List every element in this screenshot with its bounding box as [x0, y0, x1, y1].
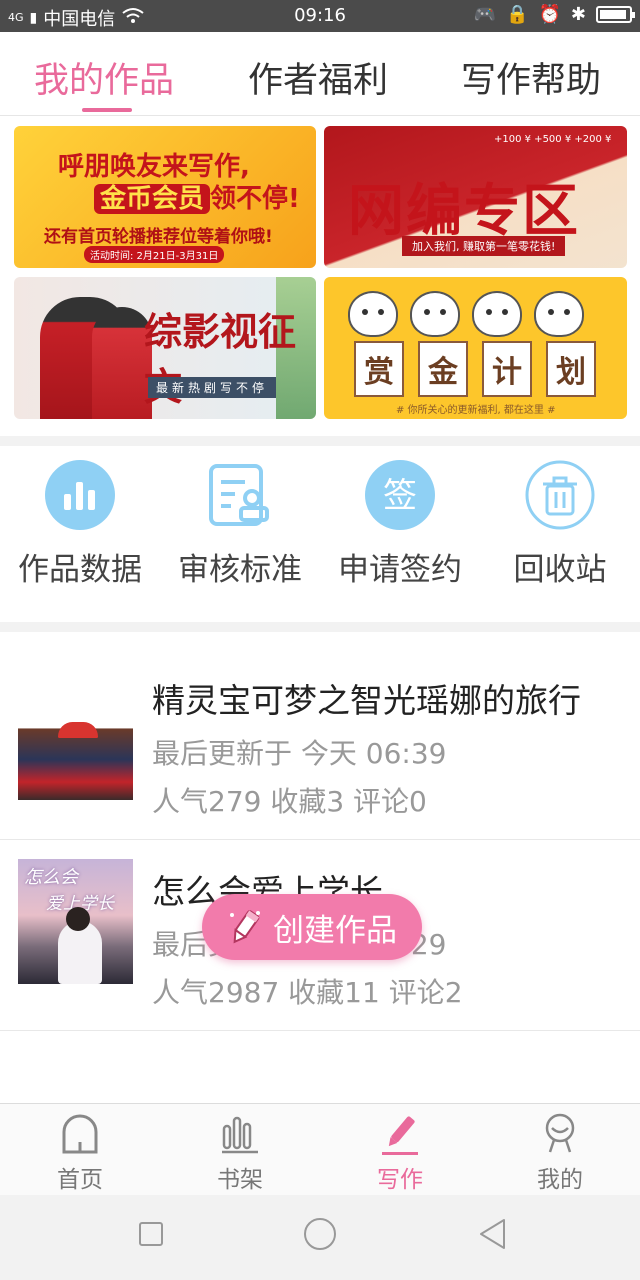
banner-figure — [92, 307, 152, 419]
tab-my-works[interactable]: 我的作品 — [34, 52, 174, 103]
banner-char: 计 — [482, 341, 532, 397]
action-apply-contract[interactable]: 签 申请签约 — [320, 460, 480, 589]
create-work-button[interactable]: 创建作品 — [202, 894, 422, 960]
nav-bookshelf[interactable]: 书架 — [160, 1112, 320, 1194]
tab-writing-help[interactable]: 写作帮助 — [461, 52, 601, 103]
bottom-navigation: 首页 书架 写作 我的 — [0, 1103, 640, 1195]
work-updated: 最后更新于 今天 06:39 — [152, 737, 447, 770]
bluetooth-icon: ✱ — [570, 4, 586, 25]
tab-author-benefits[interactable]: 作者福利 — [248, 52, 388, 103]
cat-illustrations — [348, 291, 584, 337]
nav-label: 写作 — [377, 1167, 423, 1193]
banner-title: 赏 金 计 划 — [354, 341, 596, 397]
banner-date: 活动时间: 2月21日-3月31日 — [84, 246, 225, 263]
create-work-label: 创建作品 — [273, 912, 397, 949]
banner-coins: +100 ¥ +500 ¥ +200 ¥ — [494, 134, 612, 145]
review-doc-icon — [205, 460, 275, 530]
nav-write[interactable]: 写作 — [320, 1112, 480, 1194]
action-recycle-bin[interactable]: 回收站 — [480, 460, 640, 589]
cover-figure — [66, 907, 90, 931]
back-button[interactable] — [478, 1217, 508, 1255]
banner-invite-friends[interactable]: 呼朋唤友来写作, 金币会员 领不停! 还有首页轮播推荐位等着你哦! 活动时间: 2… — [14, 126, 316, 268]
battery-icon — [596, 6, 635, 23]
banner-text: 还有首页轮播推荐位等着你哦! — [44, 227, 273, 247]
cat-icon — [410, 291, 460, 337]
pen-icon — [380, 1112, 420, 1156]
action-label: 申请签约 — [338, 552, 462, 588]
work-cover — [18, 710, 133, 800]
action-work-data[interactable]: 作品数据 — [0, 460, 160, 589]
banner-editor-zone[interactable]: +100 ¥ +500 ¥ +200 ¥ 网编专区 加入我们, 赚取第一笔零花钱… — [324, 126, 627, 268]
banner-subtitle: 最新热剧写不停 — [148, 377, 277, 398]
system-navigation-bar — [0, 1195, 640, 1280]
banner-text: 金币会员 领不停! — [94, 178, 300, 215]
banner-badge: 金币会员 — [94, 184, 211, 214]
banner-char: 赏 — [354, 341, 404, 397]
alarm-icon: ⏰ — [538, 4, 561, 25]
banner-char: 金 — [418, 341, 468, 397]
work-item[interactable]: 精灵宝可梦之智光瑶娜的旅行 最后更新于 今天 06:39 人气279 收藏3 评… — [0, 650, 640, 840]
section-divider — [0, 622, 640, 632]
lock-rotation-icon: 🔒 — [506, 4, 529, 25]
battery-level — [600, 10, 627, 19]
nav-home[interactable]: 首页 — [0, 1112, 160, 1194]
action-review-standards[interactable]: 审核标准 — [160, 460, 320, 589]
banner-text: 领不停! — [210, 184, 300, 214]
nav-label: 书架 — [217, 1167, 263, 1193]
action-label: 作品数据 — [18, 552, 142, 588]
banner-subtitle: 加入我们, 赚取第一笔零花钱! — [402, 236, 566, 256]
action-label: 审核标准 — [178, 552, 302, 588]
cat-icon — [348, 291, 398, 337]
status-bar: 4G ▮ 中国电信 09:16 🎮 🔒 ⏰ ✱ — [0, 0, 640, 32]
trash-icon — [525, 460, 595, 530]
sign-glyph: 签 — [383, 476, 417, 516]
banner-drama-contest[interactable]: 综影视征文 最新热剧写不停 — [14, 277, 316, 419]
status-right: 🎮 🔒 ⏰ ✱ — [473, 4, 635, 25]
pencil-icon — [227, 907, 263, 947]
nav-label: 首页 — [57, 1167, 103, 1193]
section-divider — [0, 436, 640, 446]
banner-title: 网编专区 — [348, 179, 580, 244]
work-title: 精灵宝可梦之智光瑶娜的旅行 — [152, 681, 581, 720]
bookshelf-icon — [220, 1112, 260, 1156]
top-tabs: 我的作品 作者福利 写作帮助 — [0, 32, 640, 116]
profile-icon — [540, 1112, 580, 1156]
work-stats: 人气279 收藏3 评论0 — [152, 785, 427, 818]
work-stats: 人气2987 收藏11 评论2 — [152, 976, 463, 1009]
banner-subtitle: # 你所关心的更新福利, 都在这里 # — [396, 405, 556, 416]
cat-icon — [534, 291, 584, 337]
action-label: 回收站 — [513, 552, 607, 588]
nav-profile[interactable]: 我的 — [480, 1112, 640, 1194]
active-tab-indicator — [82, 108, 132, 112]
chart-icon — [45, 460, 115, 530]
nav-label: 我的 — [537, 1167, 583, 1193]
gamepad-icon: 🎮 — [473, 4, 497, 25]
home-icon — [60, 1112, 100, 1156]
banner-char: 划 — [546, 341, 596, 397]
cover-text: 怎么会 — [24, 867, 78, 888]
home-button[interactable] — [303, 1217, 337, 1255]
recent-apps-button[interactable] — [138, 1221, 164, 1251]
work-cover: 怎么会 爱上学长 — [18, 859, 133, 984]
cover-decoration — [58, 722, 98, 738]
banner-bounty-plan[interactable]: 赏 金 计 划 # 你所关心的更新福利, 都在这里 # — [324, 277, 627, 419]
cat-icon — [472, 291, 522, 337]
sign-icon: 签 — [365, 460, 435, 530]
